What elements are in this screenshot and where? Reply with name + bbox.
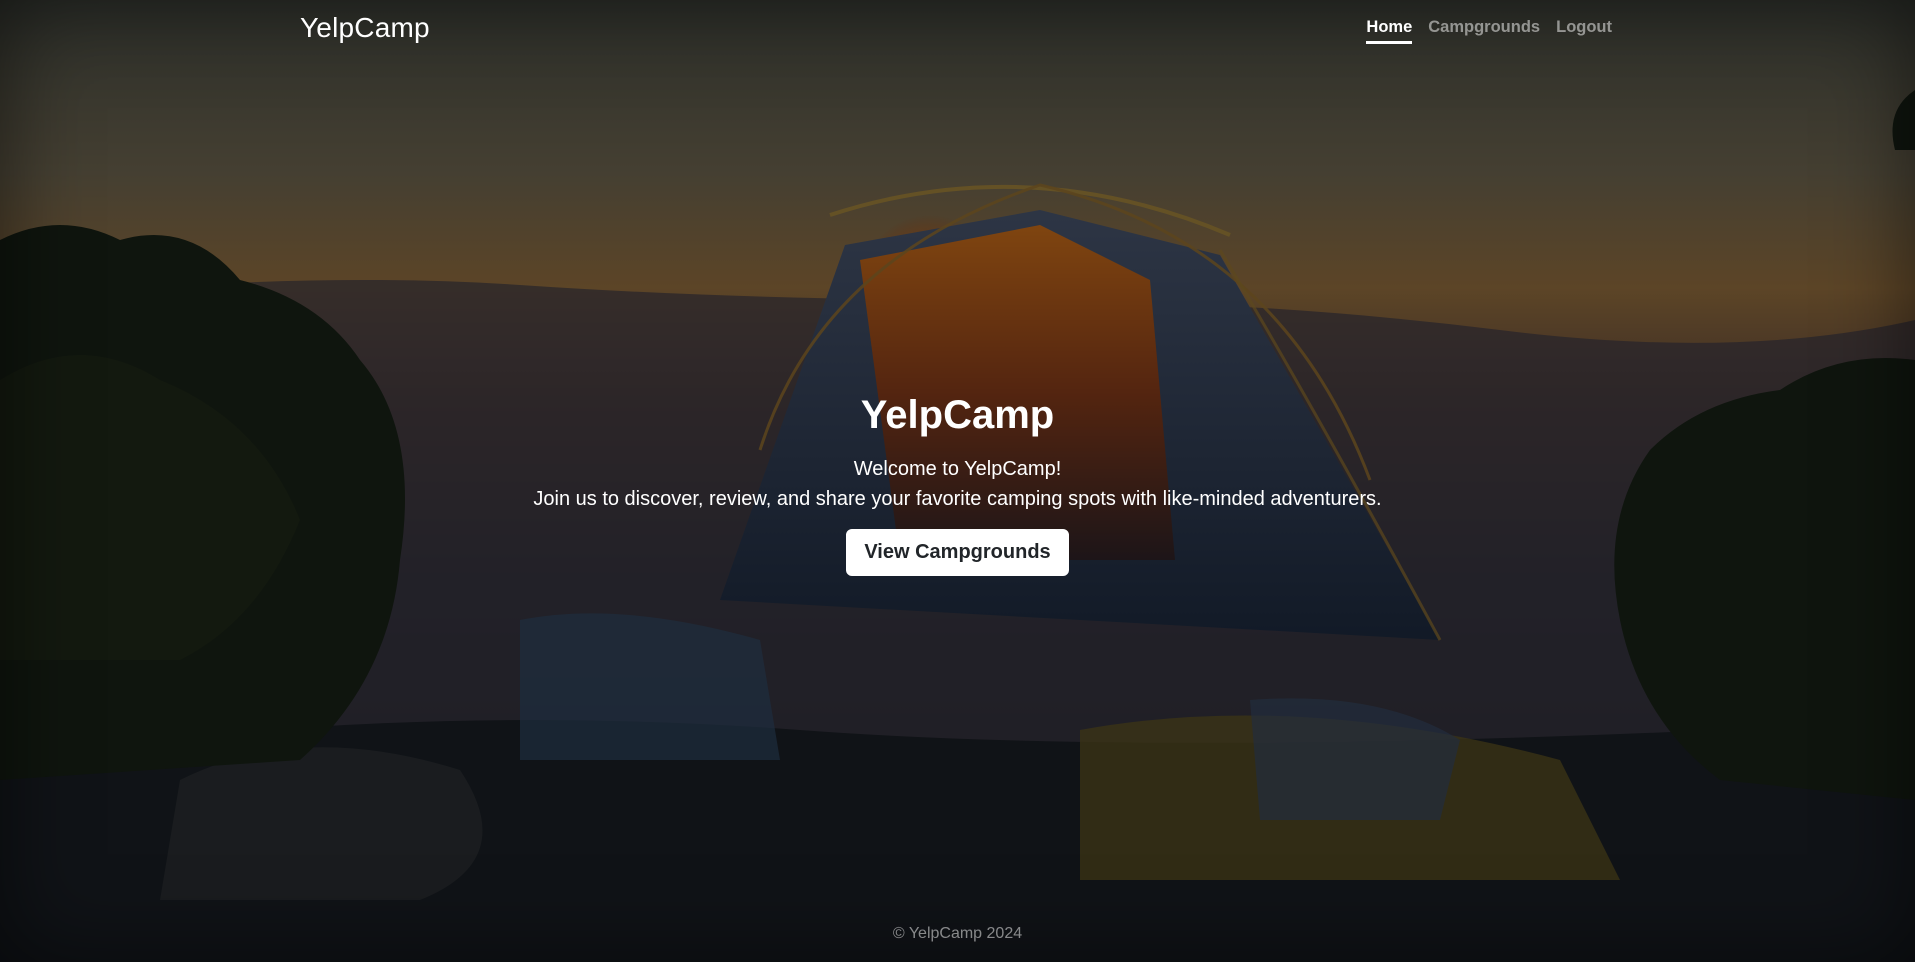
navbar: YelpCamp Home Campgrounds Logout: [300, 0, 1612, 58]
landing-hero: YelpCamp Home Campgrounds Logout YelpCam…: [0, 0, 1915, 962]
hero-lead-line2: Join us to discover, review, and share y…: [533, 488, 1382, 510]
hero-title: YelpCamp: [860, 393, 1055, 437]
nav-links: Home Campgrounds Logout: [1366, 18, 1612, 44]
footer-copyright: © YelpCamp 2024: [892, 925, 1023, 942]
brand-logo[interactable]: YelpCamp: [300, 12, 430, 44]
nav-link-home[interactable]: Home: [1366, 18, 1413, 44]
hero-lead-line1: Welcome to YelpCamp!: [853, 458, 1062, 480]
nav-link-campgrounds[interactable]: Campgrounds: [1428, 18, 1540, 44]
hero-content: YelpCamp Welcome to YelpCamp! Join us to…: [0, 388, 1915, 576]
hero-lead: Welcome to YelpCamp! Join us to discover…: [0, 454, 1915, 514]
nav-link-logout[interactable]: Logout: [1556, 18, 1612, 44]
view-campgrounds-button[interactable]: View Campgrounds: [846, 529, 1069, 576]
